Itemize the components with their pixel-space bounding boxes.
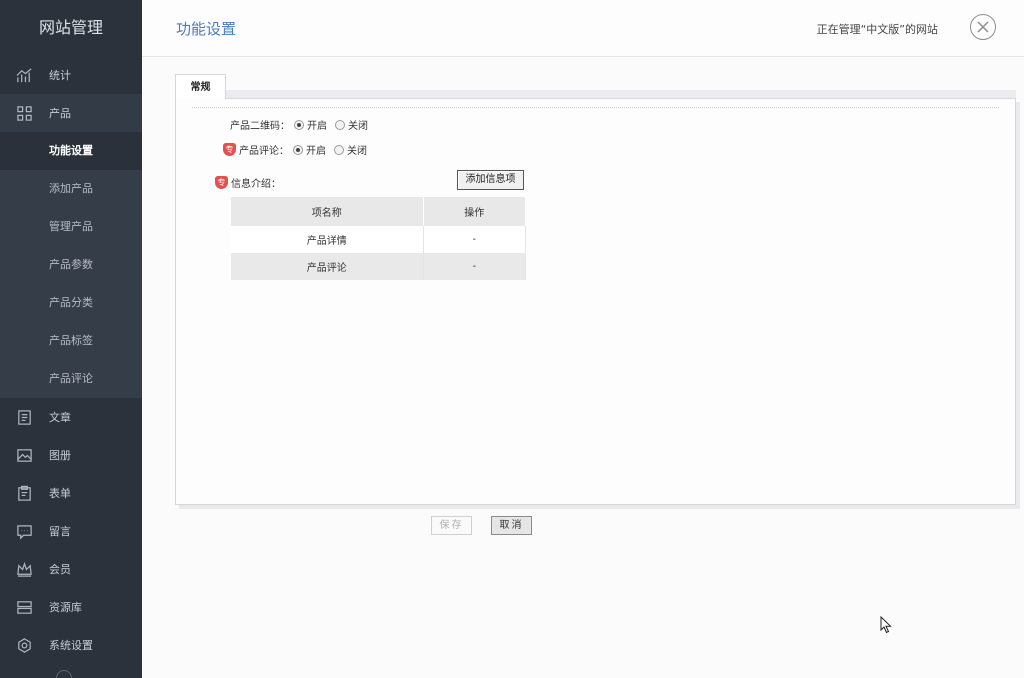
radio-label-on: 开启 bbox=[307, 121, 327, 132]
cancel-button[interactable]: 取消 bbox=[491, 516, 532, 535]
sidebar-item-label: 系统设置 bbox=[49, 639, 93, 652]
sidebar-brand: 网站管理 bbox=[38, 18, 103, 37]
sidebar-item-label: 产品 bbox=[49, 107, 71, 120]
sidebar-item-system-settings[interactable]: 系统设置 bbox=[0, 626, 142, 664]
header: 功能设置 正在管理“中文版”的网站 bbox=[142, 0, 1024, 57]
tab-general[interactable]: 常规 bbox=[175, 74, 226, 99]
sidebar: 网站管理 统计 产品 功能设置 添加产品 管理产品 产品参数 产品分类 产品标签… bbox=[0, 0, 142, 678]
review-row: 专 产品评论： 开启 关闭 bbox=[223, 142, 367, 157]
info-label: 信息介绍： bbox=[231, 179, 281, 190]
grid-icon bbox=[14, 103, 34, 123]
sidebar-item-products[interactable]: 产品 bbox=[0, 94, 142, 132]
save-button[interactable]: 保存 bbox=[431, 516, 472, 535]
qr-code-off-radio[interactable] bbox=[335, 119, 345, 130]
close-icon bbox=[977, 21, 989, 33]
radio-label-off: 关闭 bbox=[347, 146, 367, 157]
tab-bar bbox=[226, 90, 1016, 98]
pro-badge-icon: 专 bbox=[223, 143, 236, 156]
collapse-icon[interactable] bbox=[56, 670, 72, 678]
database-icon bbox=[14, 597, 34, 617]
radio-label-on: 开启 bbox=[306, 146, 326, 157]
product-submenu: 功能设置 添加产品 管理产品 产品参数 产品分类 产品标签 产品评论 bbox=[0, 132, 142, 398]
submenu-item-add-product[interactable]: 添加产品 bbox=[0, 170, 142, 208]
info-table: 项名称 操作 产品详情 - 产品评论 - bbox=[231, 197, 526, 280]
page-title: 功能设置 bbox=[176, 20, 237, 38]
table-row: 产品评论 - bbox=[231, 253, 526, 280]
submenu-item-product-tags[interactable]: 产品标签 bbox=[0, 322, 142, 360]
settings-panel: 产品二维码： 开启 关闭 专 产品评论： 开启 关闭 专 信息介绍： 添加信息项… bbox=[175, 98, 1016, 505]
submenu-item-product-reviews[interactable]: 产品评论 bbox=[0, 360, 142, 398]
review-label: 产品评论： bbox=[239, 146, 289, 157]
sidebar-item-label: 图册 bbox=[49, 449, 71, 462]
table-cell: 产品详情 bbox=[231, 226, 424, 253]
table-row: 产品详情 - bbox=[231, 226, 526, 253]
qr-code-row: 产品二维码： 开启 关闭 bbox=[230, 117, 368, 132]
sidebar-item-label: 会员 bbox=[49, 563, 71, 576]
settings-icon bbox=[14, 635, 34, 655]
sidebar-item-messages[interactable]: 留言 bbox=[0, 512, 142, 550]
sidebar-item-label: 资源库 bbox=[49, 601, 82, 614]
close-button[interactable] bbox=[970, 14, 996, 40]
qr-code-on-radio[interactable] bbox=[294, 119, 304, 130]
table-header: 项名称 bbox=[231, 197, 424, 226]
crown-icon bbox=[14, 559, 34, 579]
pro-badge-icon: 专 bbox=[215, 176, 228, 189]
sidebar-item-resources[interactable]: 资源库 bbox=[0, 588, 142, 626]
sidebar-item-label: 表单 bbox=[49, 487, 71, 500]
sidebar-item-forms[interactable]: 表单 bbox=[0, 474, 142, 512]
sidebar-item-stats[interactable]: 统计 bbox=[0, 56, 142, 94]
article-icon bbox=[14, 407, 34, 427]
divider bbox=[192, 107, 999, 108]
submenu-item-manage-products[interactable]: 管理产品 bbox=[0, 208, 142, 246]
add-info-item-button[interactable]: 添加信息项 bbox=[457, 170, 524, 190]
mouse-cursor-icon bbox=[880, 616, 892, 634]
sidebar-item-members[interactable]: 会员 bbox=[0, 550, 142, 588]
sidebar-item-gallery[interactable]: 图册 bbox=[0, 436, 142, 474]
qr-code-label: 产品二维码： bbox=[230, 121, 290, 132]
image-icon bbox=[14, 445, 34, 465]
submenu-item-feature-settings[interactable]: 功能设置 bbox=[0, 132, 142, 170]
radio-label-off: 关闭 bbox=[348, 121, 368, 132]
review-off-radio[interactable] bbox=[334, 144, 344, 155]
sidebar-item-label: 统计 bbox=[49, 69, 71, 82]
sidebar-item-label: 留言 bbox=[49, 525, 71, 538]
form-icon bbox=[14, 483, 34, 503]
sidebar-item-label: 文章 bbox=[49, 411, 71, 424]
review-on-radio[interactable] bbox=[293, 144, 303, 155]
chart-icon bbox=[14, 65, 34, 85]
table-cell: - bbox=[423, 253, 526, 280]
sidebar-item-articles[interactable]: 文章 bbox=[0, 398, 142, 436]
table-header: 操作 bbox=[423, 197, 526, 226]
site-info: 正在管理“中文版”的网站 bbox=[816, 23, 938, 36]
message-icon bbox=[14, 521, 34, 541]
submenu-item-product-params[interactable]: 产品参数 bbox=[0, 246, 142, 284]
submenu-item-product-categories[interactable]: 产品分类 bbox=[0, 284, 142, 322]
info-row: 专 信息介绍： bbox=[215, 175, 281, 190]
table-cell: - bbox=[423, 226, 526, 253]
table-cell: 产品评论 bbox=[231, 253, 424, 280]
